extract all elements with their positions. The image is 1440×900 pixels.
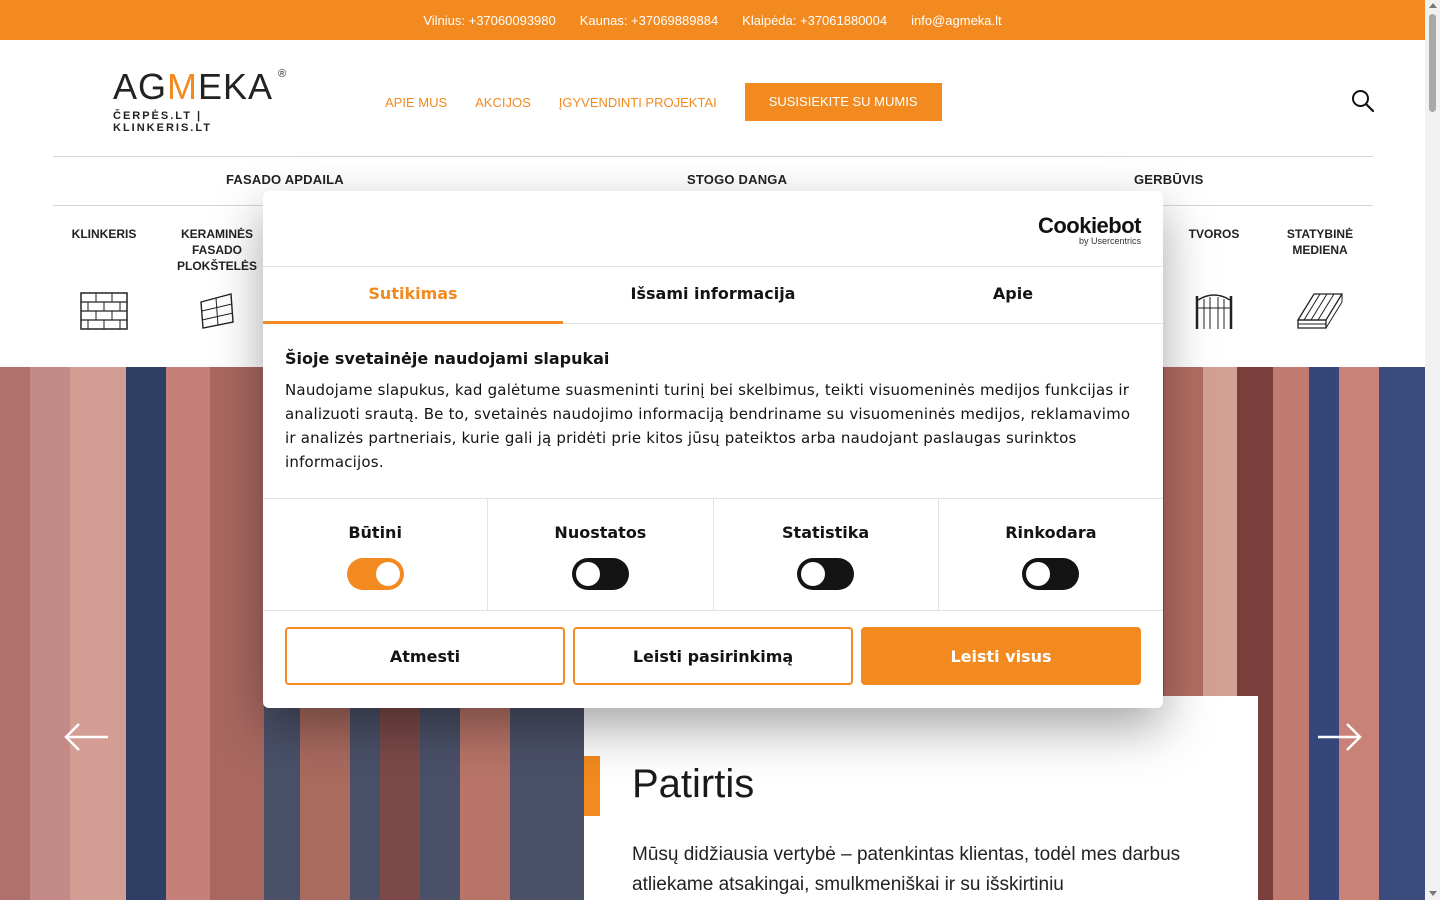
timber-planks-icon [1296, 293, 1344, 329]
main-nav: APIE MUS AKCIJOS ĮGYVENDINTI PROJEKTAI S… [385, 83, 942, 121]
tab-about[interactable]: Apie [863, 267, 1163, 323]
consent-tabs: Sutikimas Išsami informacija Apie [263, 266, 1163, 324]
hero-title: Patirtis [632, 762, 755, 806]
subcat-timber[interactable]: STATYBINĖ MEDIENA [1278, 226, 1362, 330]
tab-consent[interactable]: Sutikimas [263, 267, 563, 324]
consent-body: Naudojame slapukus, kad galėtume suasmen… [285, 381, 1131, 471]
contact-bar: Vilnius: +37060093980 Kaunas: +370698898… [0, 0, 1425, 40]
header-divider [53, 156, 1373, 157]
toggle-necessary: Būtini [263, 499, 489, 610]
phone-vilnius[interactable]: Vilnius: +37060093980 [423, 13, 555, 28]
search-icon[interactable] [1351, 89, 1375, 113]
necessary-switch[interactable] [346, 558, 404, 590]
site-logo[interactable]: AGMEKA ® ČERPĖS.LT | KLINKERIS.LT [113, 66, 288, 135]
reject-button[interactable]: Atmesti [285, 627, 565, 685]
fence-gate-icon [1195, 294, 1233, 329]
hero-text: Mūsų didžiausia vertybė – patenkintas kl… [632, 844, 1181, 895]
allow-selection-button[interactable]: Leisti pasirinkimą [573, 627, 853, 685]
toggle-marketing: Rinkodara [939, 499, 1163, 610]
phone-klaipeda[interactable]: Klaipėda: +37061880004 [742, 13, 887, 28]
tab-details[interactable]: Išsami informacija [563, 267, 863, 323]
logo-tagline: ČERPĖS.LT | KLINKERIS.LT [113, 110, 212, 134]
logo-wordmark: AGMEKA [113, 66, 274, 107]
phone-kaunas[interactable]: Kaunas: +37069889884 [580, 13, 718, 28]
cookie-consent-dialog: Cookiebot by Usercentrics Sutikimas Išsa… [263, 191, 1163, 708]
hero-card: Patirtis Mūsų didžiausia vertybė – paten… [584, 696, 1258, 900]
prev-slide-arrow-icon[interactable] [64, 722, 110, 752]
category-landscape[interactable]: GERBŪVIS [1134, 172, 1204, 187]
category-roof[interactable]: STOGO DANGA [687, 172, 787, 187]
nav-offers[interactable]: AKCIJOS [475, 95, 531, 110]
card-accent-bar [584, 756, 600, 816]
toggle-preferences: Nuostatos [488, 499, 714, 610]
consent-buttons: Atmesti Leisti pasirinkimą Leisti visus [285, 627, 1141, 685]
consent-title: Šioje svetainėje naudojami slapukai [285, 349, 610, 368]
brick-wall-icon [80, 292, 128, 330]
scroll-down-icon[interactable] [1429, 891, 1437, 896]
registered-mark: ® [278, 68, 287, 80]
subcat-ceramic-panels[interactable]: KERAMINĖS FASADO PLOKŠTELĖS [170, 226, 264, 330]
email-link[interactable]: info@agmeka.lt [911, 13, 1002, 28]
statistics-switch[interactable] [797, 558, 855, 590]
preferences-switch[interactable] [571, 558, 629, 590]
allow-all-button[interactable]: Leisti visus [861, 627, 1141, 685]
subcat-fences[interactable]: TVOROS [1180, 226, 1248, 330]
toggle-statistics: Statistika [714, 499, 939, 610]
nav-projects[interactable]: ĮGYVENDINTI PROJEKTAI [559, 95, 717, 110]
marketing-switch[interactable] [1022, 558, 1080, 590]
scroll-up-icon[interactable] [1429, 3, 1437, 8]
contact-us-button[interactable]: SUSISIEKITE SU MUMIS [744, 83, 942, 121]
subcat-klinkeris[interactable]: KLINKERIS [64, 226, 144, 330]
facade-panel-icon [200, 293, 234, 329]
page-scrollbar[interactable] [1425, 0, 1440, 900]
consent-categories: Būtini Nuostatos Statistika Rinkodara [263, 498, 1163, 611]
next-slide-arrow-icon[interactable] [1316, 722, 1362, 752]
nav-about[interactable]: APIE MUS [385, 95, 447, 110]
cookiebot-logo[interactable]: Cookiebot by Usercentrics [1038, 213, 1142, 246]
scrollbar-thumb[interactable] [1429, 14, 1436, 112]
category-facade[interactable]: FASADO APDAILA [226, 172, 344, 187]
